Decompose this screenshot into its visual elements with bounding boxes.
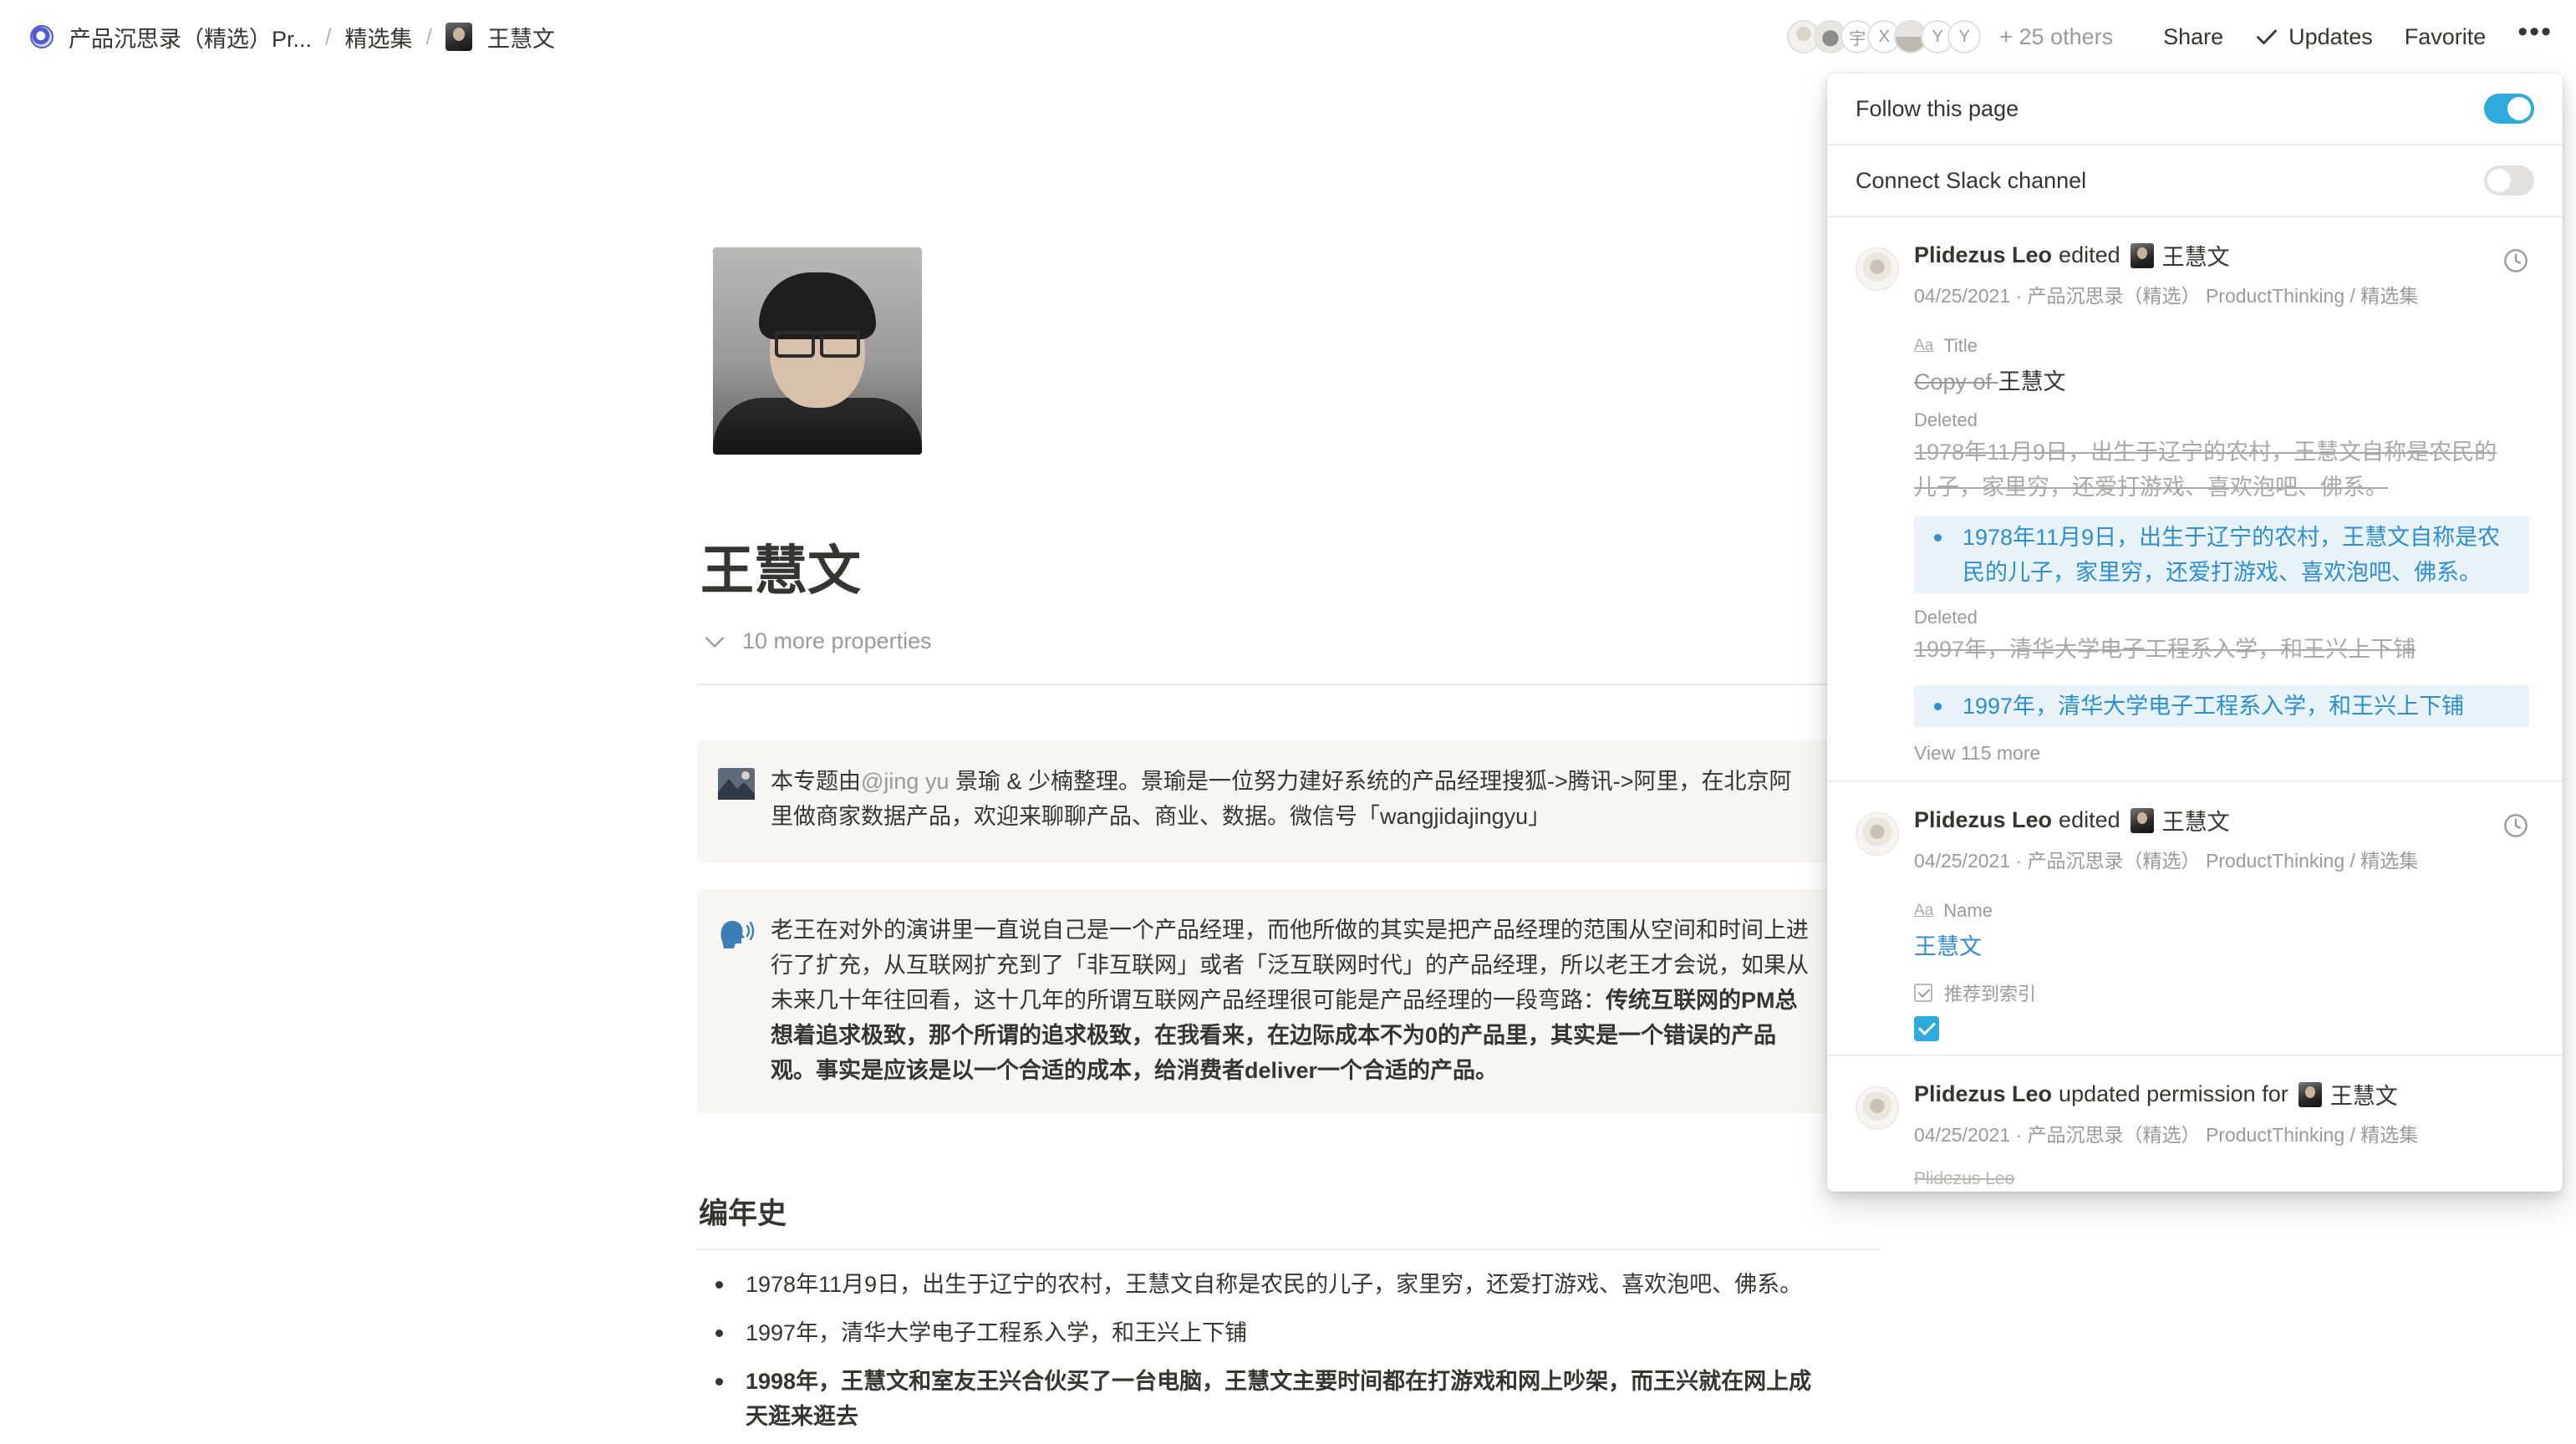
property-change: Copy of 王慧文 [1914, 369, 2066, 394]
breadcrumb-separator: / [325, 23, 332, 49]
callout-quote[interactable]: 老王在对外的演讲里一直说自己是一个产品经理，而他所做的其实是把产品经理的范围从空… [697, 889, 1881, 1113]
update-entry-header: Plidezus Leo edited 王慧文 [1914, 239, 2529, 272]
update-action: edited [2059, 807, 2120, 832]
page-icon-photo[interactable] [713, 247, 922, 455]
clock-icon[interactable] [2502, 247, 2529, 274]
follow-label: Follow this page [1856, 95, 2019, 121]
collaborator-avatars[interactable]: 宇 X Y Y [1787, 20, 1982, 53]
update-target[interactable]: 王慧文 [2162, 804, 2230, 836]
breadcrumb-page-label: 王慧文 [487, 26, 556, 52]
update-user[interactable]: Plidezus Leo [1914, 242, 2052, 268]
slack-label: Connect Slack channel [1856, 167, 2087, 193]
update-entry-header: Plidezus Leo updated permission for 王慧文 [1914, 1078, 2529, 1111]
divider [697, 1248, 1881, 1250]
update-entry[interactable]: Plidezus Leo edited 王慧文 04/25/2021 · 产品沉… [1827, 217, 2563, 782]
clock-icon[interactable] [2502, 812, 2529, 839]
deleted-label: Deleted [1914, 409, 1978, 430]
follow-row[interactable]: Follow this page [1827, 74, 2563, 145]
list-item[interactable]: 1998年，王慧文和室友王兴合伙买了一台电脑，王慧文主要时间都在打游戏和网上吵架… [710, 1364, 1881, 1434]
callout-authors-text: 本专题由@jing yu 景瑜 & 少楠整理。景瑜是一位努力建好系统的产品经理搜… [771, 769, 1792, 829]
deleted-text: 1978年11月9日，出生于辽宁的农村，王慧文自称是农民的 儿子，家里穷，还爱打游… [1914, 440, 2497, 500]
update-entry[interactable]: Plidezus Leo updated permission for 王慧文 … [1827, 1056, 2563, 1192]
update-action: edited [2059, 242, 2120, 267]
page-photo-icon [2130, 807, 2154, 833]
page-photo-icon [2130, 242, 2154, 268]
update-entry[interactable]: Plidezus Leo edited 王慧文 04/25/2021 · 产品沉… [1827, 782, 2563, 1056]
added-text: 1997年，清华大学电子工程系入学，和王兴上下铺 [1914, 685, 2529, 727]
view-more-link[interactable]: View 115 more [1914, 742, 2529, 765]
section-heading[interactable]: 编年史 [699, 1190, 787, 1233]
property-label: Aa Title [1914, 335, 1978, 356]
speaking-head-icon [720, 921, 755, 948]
callout-authors[interactable]: 本专题由@jing yu 景瑜 & 少楠整理。景瑜是一位努力建好系统的产品经理搜… [697, 740, 1881, 862]
breadcrumb-page[interactable]: 王慧文 [439, 15, 562, 58]
permission-change-text: Plidezus Leo [1914, 1169, 2015, 1188]
update-entry-header: Plidezus Leo edited 王慧文 [1914, 804, 2529, 836]
property-label: Aa Name [1914, 900, 1993, 921]
page-photo-icon [445, 23, 473, 51]
check-icon [2257, 29, 2278, 44]
breadcrumb-separator: / [425, 23, 433, 49]
callout-quote-text: 老王在对外的演讲里一直说自己是一个产品经理，而他所做的其实是把产品经理的范围从空… [771, 918, 1809, 1083]
updates-button[interactable]: Updates [2243, 18, 2385, 57]
share-button[interactable]: Share [2151, 18, 2235, 57]
avatar [1856, 812, 1899, 856]
text-property-icon: Aa [1914, 337, 1934, 354]
update-meta: 04/25/2021 · 产品沉思录（精选） ProductThinking /… [1914, 850, 2419, 872]
property-new-value: 王慧文 [1914, 934, 1982, 959]
more-properties-label: 10 more properties [742, 628, 932, 653]
chevron-down-icon [705, 636, 724, 648]
more-options-icon[interactable]: ••• [2506, 16, 2559, 58]
deleted-label: Deleted [1914, 607, 1978, 628]
updates-label: Updates [2288, 23, 2373, 49]
top-bar: 产品沉思录（精选）Pr... / 精选集 / 王慧文 宇 X Y Y + 25 … [0, 0, 2576, 74]
others-count[interactable]: + 25 others [1999, 24, 2113, 50]
breadcrumb-workspace[interactable]: 产品沉思录（精选）Pr... [23, 15, 318, 58]
landscape-image-icon [718, 768, 755, 800]
update-meta: 04/25/2021 · 产品沉思录（精选） ProductThinking /… [1914, 285, 2419, 307]
avatar[interactable]: Y [1947, 20, 1982, 53]
topbar-actions: 宇 X Y Y + 25 others Share Updates Favori… [1787, 0, 2559, 74]
list-item[interactable]: 1997年，清华大学电子工程系入学，和王兴上下铺 [710, 1315, 1881, 1350]
breadcrumb: 产品沉思录（精选）Pr... / 精选集 / 王慧文 [23, 0, 562, 74]
update-user[interactable]: Plidezus Leo [1914, 1081, 2052, 1107]
update-user[interactable]: Plidezus Leo [1914, 807, 2052, 833]
page-photo-icon [2298, 1081, 2322, 1107]
added-text: 1978年11月9日，出生于辽宁的农村，王慧文自称是农 民的儿子，家里穷，还爱打游… [1914, 516, 2529, 593]
checkbox-property-icon [1914, 984, 1932, 1002]
list-item[interactable]: 1978年11月9日，出生于辽宁的农村，王慧文自称是农民的儿子，家里穷，还爱打游… [710, 1267, 1881, 1302]
property-label: 推荐到索引 [1914, 979, 2529, 1006]
deleted-text: 1997年，清华大学电子工程系入学，和王兴上下铺 [1914, 637, 2416, 662]
user-mention[interactable]: @jing yu [861, 769, 949, 794]
avatar [1856, 1086, 1899, 1130]
breadcrumb-workspace-label: 产品沉思录（精选）Pr... [69, 26, 313, 52]
page-title[interactable]: 王慧文 [700, 528, 861, 605]
breadcrumb-collection-label: 精选集 [344, 26, 413, 52]
update-target[interactable]: 王慧文 [2330, 1078, 2398, 1111]
follow-toggle[interactable] [2484, 94, 2534, 124]
chronology-list: 1978年11月9日，出生于辽宁的农村，王慧文自称是农民的儿子，家里穷，还爱打游… [710, 1267, 1881, 1434]
avatar [1856, 247, 1899, 291]
breadcrumb-collection[interactable]: 精选集 [339, 15, 420, 58]
update-target[interactable]: 王慧文 [2162, 239, 2230, 272]
update-meta: 04/25/2021 · 产品沉思录（精选） ProductThinking /… [1914, 1124, 2419, 1146]
workspace-icon [30, 25, 53, 48]
text-property-icon: Aa [1914, 902, 1934, 919]
updates-panel: Follow this page Connect Slack channel P… [1827, 74, 2563, 1192]
slack-row[interactable]: Connect Slack channel [1827, 145, 2563, 217]
more-properties-toggle[interactable]: 10 more properties [704, 628, 932, 654]
checked-checkbox [1914, 1016, 1939, 1041]
slack-toggle[interactable] [2484, 165, 2534, 196]
divider [697, 684, 1881, 685]
update-action: updated permission for [2059, 1081, 2288, 1106]
favorite-button[interactable]: Favorite [2393, 18, 2498, 57]
